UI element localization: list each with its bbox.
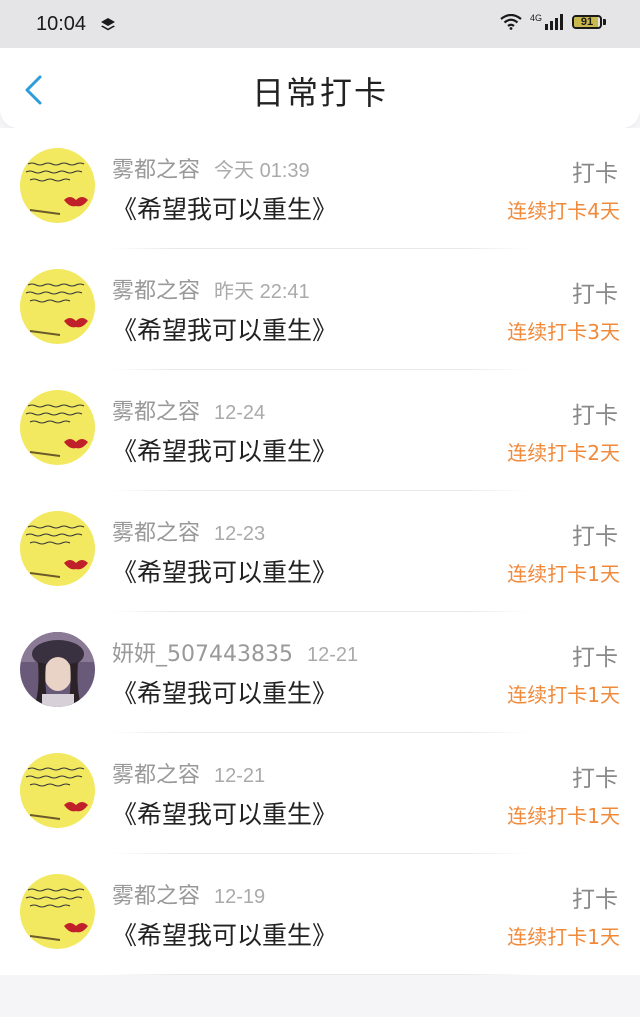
checkin-time: 今天 01:39 bbox=[214, 160, 310, 182]
streak-label: 连续打卡2天 bbox=[507, 441, 620, 465]
streak-label: 连续打卡1天 bbox=[507, 562, 620, 586]
action-label: 打卡 bbox=[572, 524, 618, 550]
checkin-time: 12-23 bbox=[214, 523, 266, 545]
book-title[interactable]: 《希望我可以重生》 bbox=[112, 795, 337, 831]
status-time: 10:04 bbox=[36, 13, 87, 35]
book-title[interactable]: 《希望我可以重生》 bbox=[112, 674, 337, 710]
book-title[interactable]: 《希望我可以重生》 bbox=[112, 553, 337, 589]
status-bar: 10:04 4G 91 bbox=[0, 0, 640, 48]
checkin-row[interactable]: 雾都之容 12-21 《希望我可以重生》 打卡 连续打卡1天 bbox=[0, 733, 640, 854]
checkin-row[interactable]: 妍妍_507443835 12-21 《希望我可以重生》 打卡 连续打卡1天 bbox=[0, 612, 640, 733]
streak-label: 连续打卡1天 bbox=[507, 683, 620, 707]
page-title: 日常打卡 bbox=[251, 74, 388, 112]
action-label: 打卡 bbox=[572, 887, 618, 913]
network-label: 4G bbox=[529, 13, 542, 23]
action-label: 打卡 bbox=[572, 403, 618, 429]
book-title[interactable]: 《希望我可以重生》 bbox=[112, 432, 337, 468]
checkin-row[interactable]: 雾都之容 今天 01:39 《希望我可以重生》 打卡 连续打卡4天 bbox=[0, 128, 640, 249]
yellow-note-avatar[interactable] bbox=[20, 390, 95, 465]
wifi-icon bbox=[500, 14, 522, 30]
checkin-row[interactable]: 雾都之容 昨天 22:41 《希望我可以重生》 打卡 连续打卡3天 bbox=[0, 249, 640, 370]
yellow-note-avatar[interactable] bbox=[20, 511, 95, 586]
username[interactable]: 雾都之容 bbox=[112, 763, 200, 788]
action-label: 打卡 bbox=[572, 161, 618, 187]
username[interactable]: 雾都之容 bbox=[112, 884, 200, 909]
book-title[interactable]: 《希望我可以重生》 bbox=[112, 916, 337, 952]
action-label: 打卡 bbox=[572, 645, 618, 671]
action-label: 打卡 bbox=[572, 282, 618, 308]
action-label: 打卡 bbox=[572, 766, 618, 792]
bottom-spacer bbox=[0, 975, 640, 1017]
username[interactable]: 雾都之容 bbox=[112, 158, 200, 183]
checkin-time: 昨天 22:41 bbox=[214, 281, 310, 303]
checkin-time: 12-19 bbox=[214, 886, 266, 908]
username[interactable]: 雾都之容 bbox=[112, 279, 200, 304]
checkin-time: 12-24 bbox=[214, 402, 266, 424]
girl-photo-avatar[interactable] bbox=[20, 632, 95, 707]
yellow-note-avatar[interactable] bbox=[20, 753, 95, 828]
yellow-note-avatar[interactable] bbox=[20, 148, 95, 223]
streak-label: 连续打卡1天 bbox=[507, 804, 620, 828]
checkin-row[interactable]: 雾都之容 12-19 《希望我可以重生》 打卡 连续打卡1天 bbox=[0, 854, 640, 975]
yellow-note-avatar[interactable] bbox=[20, 269, 95, 344]
username[interactable]: 雾都之容 bbox=[112, 521, 200, 546]
checkin-row[interactable]: 雾都之容 12-24 《希望我可以重生》 打卡 连续打卡2天 bbox=[0, 370, 640, 491]
username[interactable]: 雾都之容 bbox=[112, 400, 200, 425]
yellow-note-avatar[interactable] bbox=[20, 874, 95, 949]
username[interactable]: 妍妍_507443835 bbox=[112, 642, 293, 667]
signal-icon bbox=[545, 14, 563, 30]
checkin-list: 雾都之容 今天 01:39 《希望我可以重生》 打卡 连续打卡4天 雾都之容 昨天 … bbox=[0, 128, 640, 975]
checkin-row[interactable]: 雾都之容 12-23 《希望我可以重生》 打卡 连续打卡1天 bbox=[0, 491, 640, 612]
layers-icon bbox=[101, 18, 115, 31]
streak-label: 连续打卡4天 bbox=[507, 199, 620, 223]
book-title[interactable]: 《希望我可以重生》 bbox=[112, 311, 337, 347]
streak-label: 连续打卡1天 bbox=[507, 925, 620, 949]
checkin-time: 12-21 bbox=[214, 765, 266, 787]
streak-label: 连续打卡3天 bbox=[507, 320, 620, 344]
battery-level: 91 bbox=[580, 16, 594, 28]
checkin-time: 12-21 bbox=[306, 644, 359, 666]
battery-icon: 91 bbox=[572, 15, 602, 29]
book-title[interactable]: 《希望我可以重生》 bbox=[112, 190, 337, 226]
nav-bar: 日常打卡 bbox=[0, 48, 640, 128]
